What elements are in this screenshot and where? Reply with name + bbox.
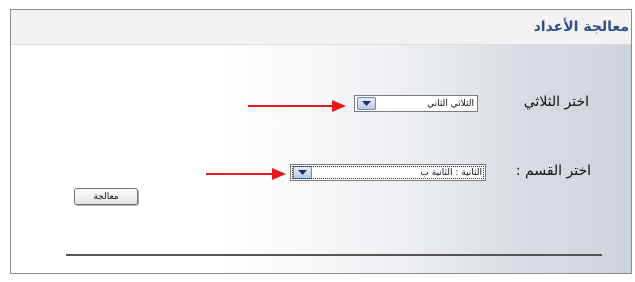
title-bar: معالجة الأعداد: [11, 10, 631, 45]
chevron-down-icon[interactable]: [357, 97, 376, 110]
section-label: اختر القسم :: [515, 163, 591, 179]
form-panel: معالجة الأعداد اختر الثلاثي الثلاثي الثا…: [10, 9, 632, 274]
red-arrow-icon: [248, 100, 346, 112]
divider: [66, 254, 602, 256]
chevron-down-icon[interactable]: [293, 166, 312, 179]
page-title: معالجة الأعداد: [533, 19, 629, 35]
section-select[interactable]: الثانية : الثانية ب: [290, 164, 486, 181]
trimester-selected-value: الثلاثي الثاني: [427, 98, 474, 109]
trimester-select[interactable]: الثلاثي الثاني: [354, 95, 478, 112]
process-button[interactable]: معالجة: [74, 188, 138, 205]
section-selected-value: الثانية : الثانية ب: [420, 167, 482, 178]
red-arrow-icon: [206, 168, 286, 180]
trimester-label: اختر الثلاثي: [523, 94, 589, 110]
